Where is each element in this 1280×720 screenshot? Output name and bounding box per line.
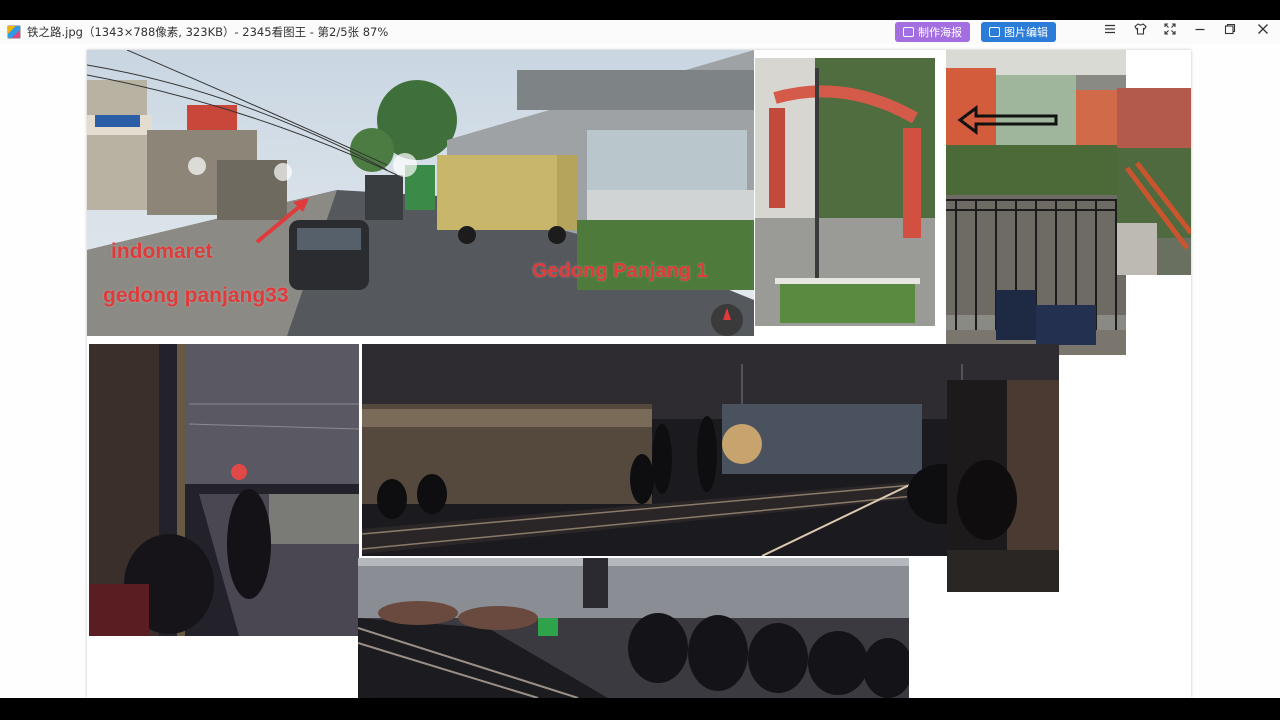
night-alley-photo [89, 344, 359, 636]
image-edit-button[interactable]: 图片编辑 [981, 22, 1056, 42]
make-poster-button[interactable]: 制作海报 [895, 22, 970, 42]
make-poster-label: 制作海报 [918, 26, 962, 39]
window-title: 铁之路.jpg（1343×788像素, 323KB）- 2345看图王 - 第2… [27, 25, 389, 39]
bottom-black-bar [0, 698, 1280, 720]
label-gedong-panjang-33: gedong panjang33 [103, 284, 289, 307]
image-edit-label: 图片编辑 [1004, 26, 1048, 39]
displayed-image: indomaret gedong panjang33 Gedong Panjan… [87, 50, 1191, 698]
street-view-photo: indomaret gedong panjang33 Gedong Panjan… [87, 50, 754, 336]
menu-icon[interactable] [1101, 23, 1119, 41]
minimize-icon[interactable] [1191, 23, 1209, 41]
crowd-railway-photo [358, 558, 909, 698]
poster-icon [903, 27, 914, 37]
top-black-bar [0, 0, 1280, 20]
gate-photo [755, 58, 935, 326]
fence-photo [946, 50, 1126, 355]
title-bar: 铁之路.jpg（1343×788像素, 323KB）- 2345看图王 - 第2… [0, 20, 1280, 44]
label-indomaret: indomaret [111, 240, 213, 263]
image-edit-icon [989, 27, 1000, 37]
restore-icon[interactable] [1221, 23, 1239, 41]
right-alley-photo [947, 380, 1059, 592]
shirt-icon[interactable] [1131, 23, 1149, 41]
stairs-photo [1117, 88, 1191, 275]
fullscreen-icon[interactable] [1161, 23, 1179, 41]
close-icon[interactable] [1254, 23, 1272, 41]
label-gedong-panjang-1: Gedong Panjang 1 [532, 260, 708, 282]
app-icon [7, 25, 21, 39]
